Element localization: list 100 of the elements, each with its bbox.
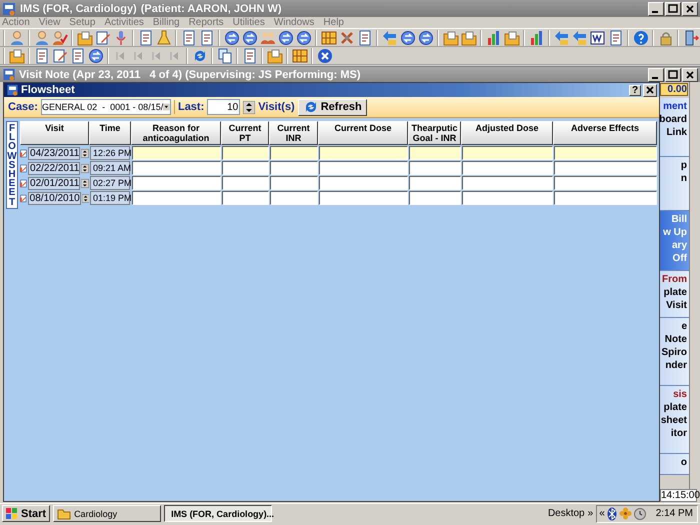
input-field[interactable] xyxy=(462,191,553,205)
input-field[interactable] xyxy=(270,191,318,205)
column-header[interactable]: Thearputic Goal - INR xyxy=(408,121,461,145)
column-header[interactable]: Adjusted Dose xyxy=(461,121,553,145)
input-field[interactable] xyxy=(270,176,318,190)
visit-date-field[interactable]: 02/22/2011 xyxy=(28,162,80,174)
input-field[interactable] xyxy=(319,146,408,160)
folder-icon[interactable] xyxy=(77,30,93,46)
minimize-icon[interactable] xyxy=(648,2,664,16)
input-field[interactable] xyxy=(462,146,553,160)
sync-icon[interactable] xyxy=(88,48,104,64)
document-icon[interactable] xyxy=(199,30,215,46)
flower-icon[interactable] xyxy=(618,507,632,520)
flowsheet-tab[interactable]: FLOWSHEET xyxy=(6,121,18,209)
visit-date-field[interactable]: 08/10/2010 xyxy=(28,192,81,204)
column-header[interactable]: Reason for anticoagulation xyxy=(131,121,221,145)
edit-icon[interactable] xyxy=(52,48,68,64)
side-panel-link[interactable]: Note xyxy=(664,334,687,346)
spinner-icon[interactable] xyxy=(81,176,89,190)
column-header[interactable]: Current Dose xyxy=(318,121,408,145)
input-field[interactable] xyxy=(132,161,221,175)
toolbar-chevron[interactable]: » xyxy=(588,508,594,519)
document-icon[interactable] xyxy=(608,30,624,46)
input-field[interactable] xyxy=(409,161,461,175)
edit-icon[interactable] xyxy=(20,162,28,174)
visit-date-field[interactable]: 02/01/2011 xyxy=(28,176,80,190)
close-icon[interactable] xyxy=(682,2,698,16)
input-field[interactable] xyxy=(222,161,269,175)
input-field[interactable] xyxy=(132,191,221,205)
input-field[interactable] xyxy=(319,191,408,205)
help-button[interactable]: ? xyxy=(629,84,641,96)
input-field[interactable] xyxy=(222,191,269,205)
input-field[interactable] xyxy=(319,176,408,190)
sync-icon[interactable] xyxy=(296,30,312,46)
help-icon[interactable] xyxy=(633,30,649,46)
sync-icon[interactable] xyxy=(400,30,416,46)
input-field[interactable] xyxy=(270,161,318,175)
case-dropdown[interactable]: GENERAL 02 - 0001 - 08/15/ xyxy=(40,99,171,115)
input-field[interactable] xyxy=(222,146,269,160)
arrow-icon[interactable] xyxy=(554,30,570,46)
visit-time-field[interactable]: 02:27 PM xyxy=(90,176,130,190)
visit-time-field[interactable]: 09:21 AM xyxy=(90,161,130,175)
lock-icon[interactable] xyxy=(658,30,674,46)
spinner-icon[interactable] xyxy=(243,100,256,114)
close-icon[interactable] xyxy=(643,84,657,96)
maximize-icon[interactable] xyxy=(665,68,681,82)
door-icon[interactable] xyxy=(683,30,699,46)
column-header[interactable]: Current INR xyxy=(269,121,318,145)
edit-icon[interactable] xyxy=(20,146,28,160)
spinner-icon[interactable] xyxy=(82,192,89,204)
taskbar-button[interactable]: Cardiology xyxy=(53,505,162,522)
side-panel-link[interactable]: plate xyxy=(664,287,687,299)
column-header[interactable]: Visit xyxy=(20,121,89,145)
spinner-icon[interactable] xyxy=(81,146,89,160)
side-panel-link[interactable]: nder xyxy=(665,360,687,372)
input-field[interactable] xyxy=(462,161,553,175)
visit-count-field[interactable]: 10 xyxy=(207,99,240,115)
input-field[interactable] xyxy=(319,161,408,175)
chart-icon[interactable] xyxy=(486,30,502,46)
side-panel-link[interactable]: Spiro xyxy=(661,347,687,359)
tray-expand-button[interactable]: « xyxy=(599,508,605,519)
close-icon[interactable] xyxy=(317,48,333,64)
minimize-icon[interactable] xyxy=(648,68,664,82)
side-panel-link[interactable]: n xyxy=(680,173,687,185)
input-field[interactable] xyxy=(222,176,269,190)
side-panel-link[interactable]: itor xyxy=(670,428,687,440)
input-field[interactable] xyxy=(554,191,657,205)
document-icon[interactable] xyxy=(34,48,50,64)
sync-icon[interactable] xyxy=(242,30,258,46)
document-icon[interactable] xyxy=(70,48,86,64)
visit-date-field[interactable]: 04/23/2011 xyxy=(28,146,80,160)
document-icon[interactable] xyxy=(181,30,197,46)
maximize-icon[interactable] xyxy=(665,2,681,16)
input-field[interactable] xyxy=(409,191,461,205)
side-panel-link[interactable]: Visit xyxy=(666,300,687,312)
column-header[interactable]: Time xyxy=(89,121,131,145)
sync-icon[interactable] xyxy=(418,30,434,46)
input-field[interactable] xyxy=(554,146,657,160)
document-icon[interactable] xyxy=(138,30,154,46)
folder-icon[interactable] xyxy=(9,48,25,64)
sync-icon[interactable] xyxy=(224,30,240,46)
side-panel-link[interactable]: From xyxy=(662,274,687,286)
input-field[interactable] xyxy=(270,146,318,160)
clock-icon[interactable] xyxy=(634,508,646,520)
desktop-toolbar-label[interactable]: Desktop xyxy=(548,508,585,519)
column-header[interactable]: Current PT xyxy=(221,121,269,145)
side-panel-link[interactable]: sis xyxy=(673,389,687,401)
side-panel-link[interactable]: plate xyxy=(664,402,687,414)
side-panel-link[interactable]: o xyxy=(680,457,687,469)
document-icon[interactable] xyxy=(357,30,373,46)
input-field[interactable] xyxy=(554,176,657,190)
side-panel-link[interactable]: ment xyxy=(663,101,687,113)
grid-icon[interactable] xyxy=(292,48,308,64)
visit-time-field[interactable]: 01:19 PM xyxy=(90,191,130,205)
folder-icon[interactable] xyxy=(504,30,520,46)
edit-icon[interactable] xyxy=(20,176,28,190)
refresh-button[interactable]: Refresh xyxy=(298,98,367,116)
chart-icon[interactable] xyxy=(529,30,545,46)
input-field[interactable] xyxy=(132,176,221,190)
edit-icon[interactable] xyxy=(95,30,111,46)
